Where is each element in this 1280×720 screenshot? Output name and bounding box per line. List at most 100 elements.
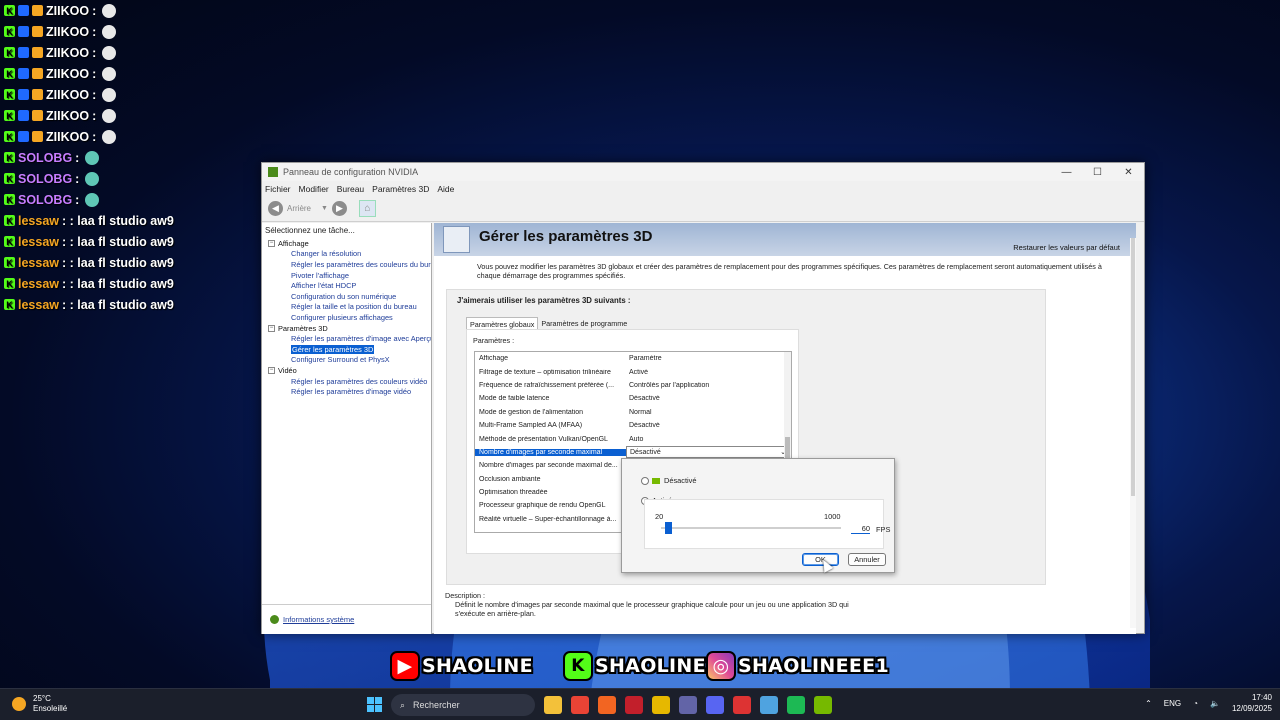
collapse-icon[interactable]: − [268, 324, 275, 332]
setting-value[interactable]: Auto [626, 436, 791, 443]
file-explorer-icon[interactable] [544, 696, 562, 714]
setting-name[interactable]: Multi-Frame Sampled AA (MFAA) [475, 422, 626, 429]
main-scroll-thumb[interactable] [1131, 238, 1135, 496]
tree-item[interactable]: Configurer Surround et PhysX [262, 355, 431, 366]
tree-item[interactable]: Configuration du son numérique [262, 291, 431, 302]
system-info-label[interactable]: Informations système [283, 615, 354, 624]
app-red-icon[interactable] [625, 696, 643, 714]
tree-item-label[interactable]: Gérer les paramètres 3D [291, 344, 375, 354]
tree-item-label[interactable]: Configurer Surround et PhysX [291, 355, 390, 364]
setting-value-text[interactable]: Désactivé [629, 422, 660, 429]
setting-name[interactable]: Fréquence de rafraîchissement préférée (… [475, 382, 626, 389]
cancel-button[interactable]: Annuler [848, 553, 886, 566]
setting-name[interactable]: Mode de gestion de l'alimentation [475, 409, 626, 416]
system-info-link[interactable]: Informations système [262, 604, 431, 634]
nvidia-icon[interactable] [814, 696, 832, 714]
tab-program-settings[interactable]: Paramètres de programme [538, 317, 630, 329]
radio-off-label[interactable]: Désactivé [664, 476, 696, 485]
radio-off-dot[interactable] [641, 476, 649, 485]
setting-name[interactable]: Nombre d'images par seconde maximal de..… [475, 462, 626, 469]
setting-value[interactable]: Désactivé⌄ [626, 446, 791, 459]
chevron-down-icon[interactable]: ▼ [321, 205, 328, 212]
tree-item[interactable]: Pivoter l'affichage [262, 270, 431, 281]
tab-global-settings[interactable]: Paramètres globaux [466, 317, 539, 329]
spotify-icon[interactable] [787, 696, 805, 714]
menu-modifier[interactable]: Modifier [299, 184, 329, 194]
setting-value-text[interactable]: Auto [629, 436, 643, 443]
setting-name[interactable]: Processeur graphique de rendu OpenGL [475, 502, 626, 509]
setting-value-text[interactable]: Contrôlés par l'application [629, 382, 709, 389]
table-row[interactable]: Filtrage de texture – optimisation trili… [475, 365, 791, 378]
setting-value-text[interactable]: Désactivé [630, 449, 661, 456]
tree-item[interactable]: Changer la résolution [262, 249, 431, 260]
close-icon[interactable]: ✕ [1113, 167, 1144, 178]
teams-icon[interactable] [679, 696, 697, 714]
tree-item-label[interactable]: Régler les paramètres des couleurs du bu… [291, 260, 431, 269]
collapse-icon[interactable]: − [268, 239, 275, 247]
tree-item-label[interactable]: Régler les paramètres des couleurs vidéo [291, 377, 427, 386]
start-button[interactable] [367, 697, 382, 712]
weather-widget[interactable]: 25°C Ensoleillé [12, 694, 67, 714]
menu-parametres-3d[interactable]: Paramètres 3D [372, 184, 429, 194]
app-globe-icon[interactable] [733, 696, 751, 714]
chevron-up-icon[interactable]: ⌃ [1145, 699, 1152, 708]
tree-item-label[interactable]: Pivoter l'affichage [291, 271, 349, 280]
tree-item-label[interactable]: Changer la résolution [291, 249, 361, 258]
chrome-icon[interactable] [571, 696, 589, 714]
home-icon[interactable]: ⌂ [358, 200, 376, 217]
tree-item[interactable]: Configurer plusieurs affichages [262, 312, 431, 323]
tree-category[interactable]: − Affichage [262, 238, 431, 249]
tree-item-label[interactable]: Afficher l'état HDCP [291, 281, 356, 290]
tree-item-label[interactable]: Régler la taille et la position du burea… [291, 302, 417, 311]
tree-item[interactable]: Afficher l'état HDCP [262, 280, 431, 291]
tree-category[interactable]: − Paramètres 3D [262, 323, 431, 334]
tree-item[interactable]: Régler les paramètres d'image avec Aperç… [262, 333, 431, 344]
table-row[interactable]: Multi-Frame Sampled AA (MFAA) Désactivé [475, 419, 791, 432]
tree-item[interactable]: Régler la taille et la position du burea… [262, 302, 431, 313]
back-arrow-icon[interactable]: ◀ [268, 201, 283, 216]
tree-category[interactable]: − Vidéo [262, 365, 431, 376]
setting-value[interactable]: Désactivé [626, 395, 791, 402]
setting-name[interactable]: Occlusion ambiante [475, 476, 626, 483]
setting-value-text[interactable]: Normal [629, 409, 652, 416]
menu-fichier[interactable]: Fichier [265, 184, 291, 194]
maximize-icon[interactable]: ☐ [1082, 167, 1113, 178]
fps-slider-thumb[interactable] [665, 522, 673, 534]
tree-category-label[interactable]: Paramètres 3D [278, 324, 328, 333]
setting-value[interactable]: Activé [626, 369, 791, 376]
setting-name[interactable]: Réalité virtuelle – Super-échantillonnag… [475, 516, 626, 523]
tree-item-label[interactable]: Configuration du son numérique [291, 292, 396, 301]
app-orange-icon[interactable] [598, 696, 616, 714]
collapse-icon[interactable]: − [268, 366, 275, 374]
tree-item[interactable]: Régler les paramètres d'image vidéo [262, 386, 431, 397]
taskbar-search[interactable]: ⌕ Rechercher [391, 694, 535, 716]
forward-arrow-icon[interactable]: ▶ [331, 201, 347, 216]
setting-value[interactable]: Contrôlés par l'application [626, 382, 791, 389]
menu-aide[interactable]: Aide [437, 184, 454, 194]
fps-input[interactable]: 60 [851, 524, 870, 534]
radio-off[interactable]: Désactivé [641, 476, 696, 485]
back-label[interactable]: Arrière [287, 204, 311, 213]
tree-item[interactable]: Régler les paramètres des couleurs du bu… [262, 259, 431, 270]
setting-value-text[interactable]: Activé [629, 369, 648, 376]
setting-name[interactable]: Nombre d'images par seconde maximal [475, 448, 626, 456]
table-row[interactable]: Mode de faible latence Désactivé [475, 392, 791, 405]
tree-item-label[interactable]: Régler les paramètres d'image avec Aperç… [291, 334, 431, 343]
fps-slider-track[interactable] [661, 527, 841, 529]
table-scroll-thumb[interactable] [785, 437, 790, 459]
wifi-icon[interactable]: ◔ [1193, 699, 1198, 708]
minimize-icon[interactable]: — [1051, 167, 1082, 178]
tree-category-label[interactable]: Vidéo [278, 366, 297, 375]
tree-category-label[interactable]: Affichage [278, 239, 309, 248]
table-row[interactable]: Mode de gestion de l'alimentation Normal [475, 406, 791, 419]
volume-icon[interactable]: 🔈 [1210, 699, 1220, 708]
clock[interactable]: 17:40 12/09/2025 [1232, 692, 1272, 714]
tree-item[interactable]: Gérer les paramètres 3D [262, 344, 431, 355]
setting-name[interactable]: Mode de faible latence [475, 395, 626, 402]
setting-value-text[interactable]: Désactivé [629, 395, 660, 402]
tree-item-label[interactable]: Configurer plusieurs affichages [291, 313, 393, 322]
setting-name[interactable]: Méthode de présentation Vulkan/OpenGL [475, 436, 626, 443]
setting-name[interactable]: Filtrage de texture – optimisation trili… [475, 369, 626, 376]
discord-icon[interactable] [706, 696, 724, 714]
table-row[interactable]: Méthode de présentation Vulkan/OpenGL Aut… [475, 432, 791, 445]
